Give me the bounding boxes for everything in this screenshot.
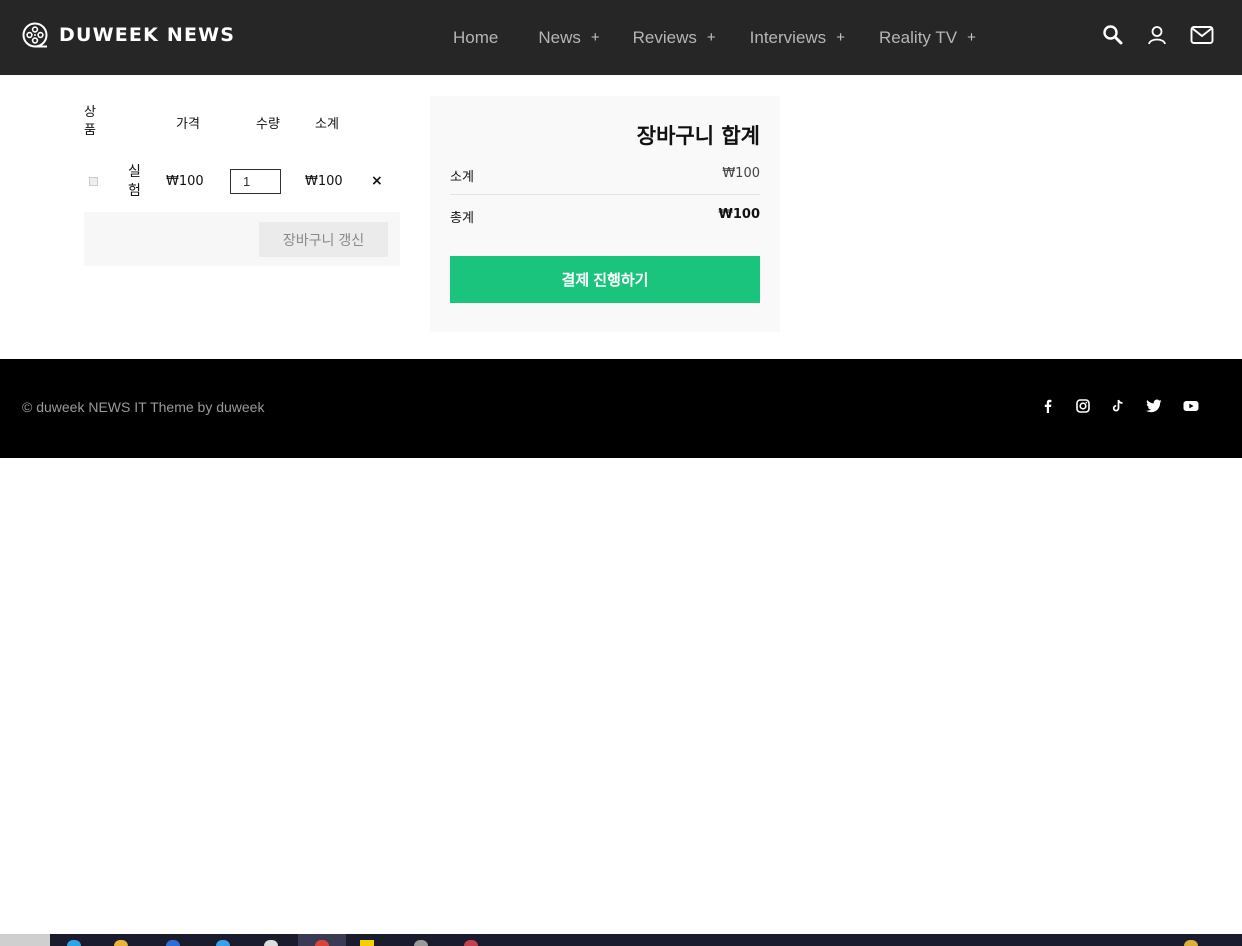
instagram-icon[interactable] [1076, 399, 1090, 413]
facebook-icon[interactable] [1041, 399, 1055, 413]
cart-totals-title: 장바구니 합계 [636, 124, 760, 148]
header-product: 상품 [84, 104, 98, 140]
main-nav: Home News + Reviews + Interviews + Reali… [453, 0, 976, 75]
nav-label: Reality TV [878, 27, 958, 47]
app-taskbar-icon[interactable] [216, 940, 230, 946]
product-name-text[interactable]: 실험 [128, 164, 141, 199]
nav-label: Reviews [632, 27, 697, 47]
os-taskbar [0, 934, 1242, 946]
product-name[interactable]: 실험 [128, 163, 142, 201]
mail-icon[interactable] [1190, 24, 1214, 46]
product-subtotal: ₩100 [305, 174, 343, 189]
update-cart-button[interactable]: 장바구니 갱신 [259, 222, 388, 257]
plus-icon[interactable]: + [967, 29, 976, 46]
chrome-taskbar-icon[interactable] [315, 940, 329, 946]
social-links [1041, 399, 1199, 413]
folder-taskbar-icon[interactable] [114, 940, 128, 946]
plus-icon[interactable]: + [591, 29, 600, 46]
tiktok-icon[interactable] [1111, 399, 1125, 413]
brand-name: DUWEEK NEWS [59, 24, 236, 46]
nav-item-reality-tv[interactable]: Reality TV + [879, 28, 976, 48]
product-thumbnail[interactable] [89, 177, 98, 186]
taskbar-start-area[interactable] [0, 934, 50, 946]
site-footer: © duweek NEWS IT Theme by duweek [0, 359, 1242, 458]
browser-taskbar-icon[interactable] [67, 940, 81, 946]
subtotal-row: 소계 ₩100 [450, 166, 760, 185]
total-row: 총계 ₩100 [450, 207, 760, 226]
app-taskbar-icon[interactable] [360, 940, 374, 946]
remove-item-button[interactable]: × [371, 173, 383, 189]
twitter-icon[interactable] [1146, 399, 1162, 413]
header-price: 가격 [176, 117, 200, 132]
app-taskbar-icon[interactable] [464, 940, 478, 946]
user-icon[interactable] [1146, 24, 1168, 46]
cart-actions: 장바구니 갱신 [84, 212, 400, 266]
checkout-button[interactable]: 결제 진행하기 [450, 256, 760, 303]
header-product-label: 상품 [84, 105, 96, 138]
nav-label: Interviews [749, 27, 827, 47]
total-value: ₩100 [718, 207, 760, 222]
cart-totals: 장바구니 합계 소계 ₩100 총계 ₩100 결제 진행하기 [430, 96, 780, 332]
youtube-icon[interactable] [1183, 399, 1199, 413]
app-taskbar-icon[interactable] [264, 940, 278, 946]
quantity-input[interactable] [230, 169, 281, 194]
plus-icon[interactable]: + [836, 29, 845, 46]
nav-item-home[interactable]: Home [453, 28, 498, 48]
header-quantity: 수량 [256, 117, 280, 132]
plus-icon[interactable]: + [707, 29, 716, 46]
product-price: ₩100 [166, 174, 204, 189]
nav-label: Home [453, 27, 499, 47]
app-taskbar-icon[interactable] [414, 940, 428, 946]
subtotal-value: ₩100 [722, 166, 760, 181]
brand[interactable]: DUWEEK NEWS [22, 22, 235, 48]
nav-item-interviews[interactable]: Interviews + [750, 28, 845, 48]
site-header: DUWEEK NEWS Home News + Reviews + Interv… [0, 0, 1242, 75]
header-subtotal: 소계 [315, 117, 339, 132]
total-label: 총계 [450, 211, 474, 226]
app-taskbar-icon[interactable] [166, 940, 180, 946]
nav-item-reviews[interactable]: Reviews + [633, 28, 716, 48]
nav-label: News [538, 27, 581, 47]
header-icons [1102, 24, 1214, 46]
tray-icon[interactable] [1184, 940, 1198, 946]
divider [450, 194, 760, 195]
copyright-text: © duweek NEWS IT Theme by duweek [22, 399, 265, 415]
film-reel-icon [22, 22, 48, 48]
subtotal-label: 소계 [450, 170, 474, 185]
nav-item-news[interactable]: News + [538, 28, 599, 48]
search-icon[interactable] [1102, 24, 1124, 46]
